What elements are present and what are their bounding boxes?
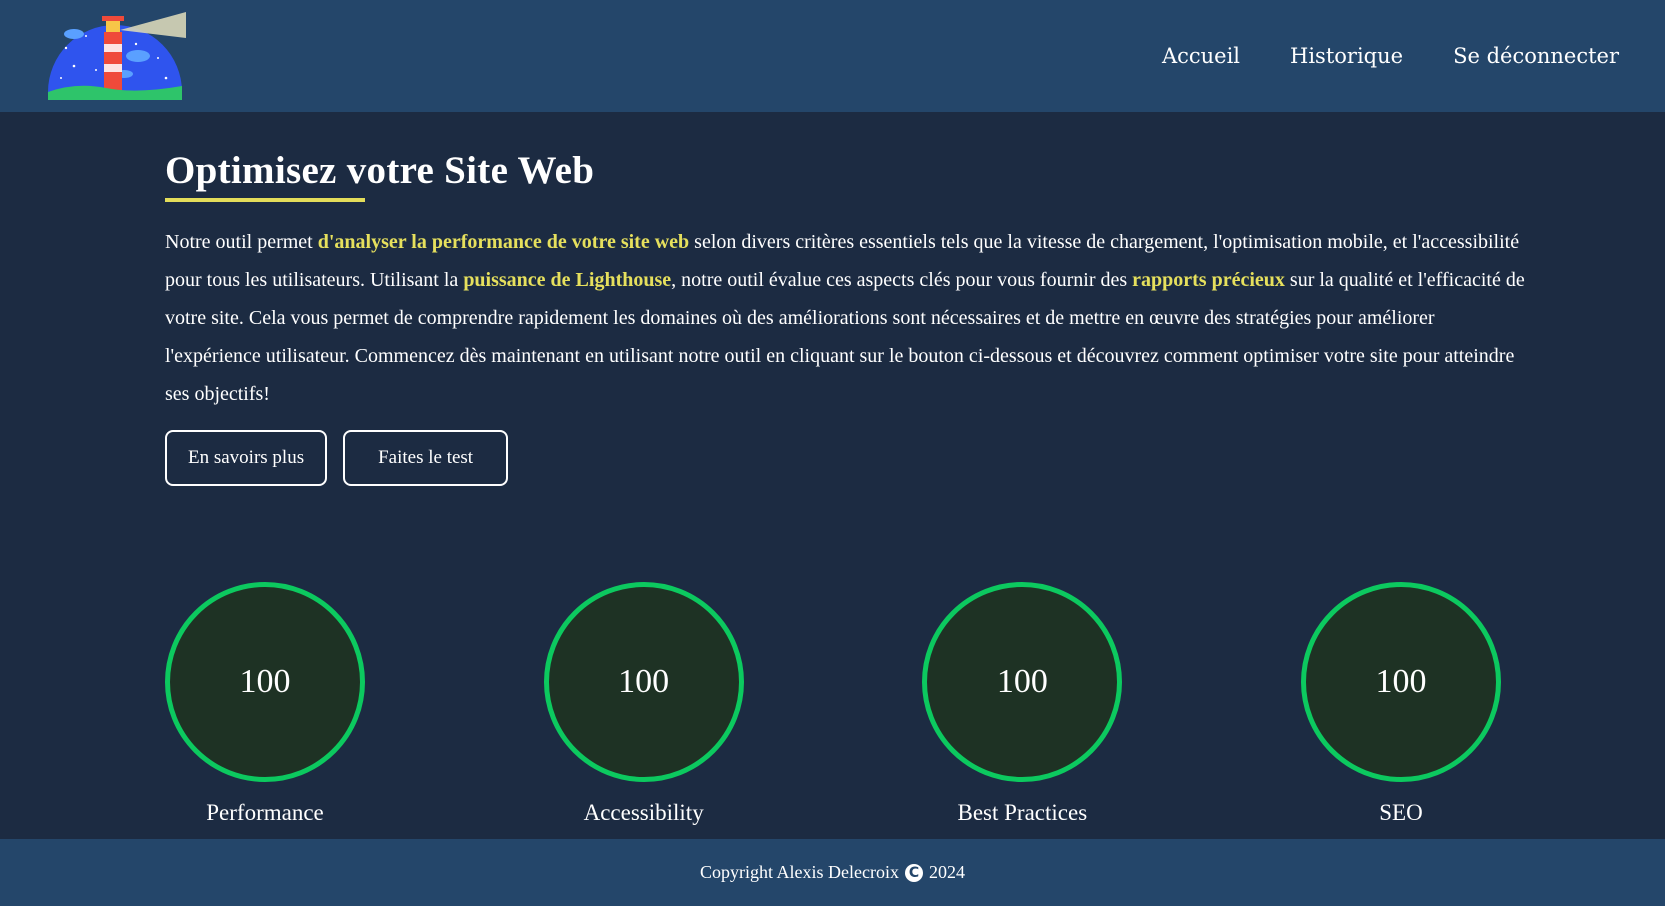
site-header: Accueil Historique Se déconnecter [0, 0, 1665, 112]
nav-link-accueil[interactable]: Accueil [1162, 44, 1240, 68]
score-accessibility: 100 Accessibility [543, 582, 744, 826]
desc-text: Notre outil permet [165, 230, 318, 253]
score-seo: 100 SEO [1300, 582, 1501, 826]
learn-more-button[interactable]: En savoirs plus [165, 429, 328, 486]
copyright-icon: C [904, 863, 923, 882]
nav-link-historique[interactable]: Historique [1290, 44, 1403, 68]
desc-highlight: d'analyser la performance de votre site … [317, 230, 690, 253]
site-footer: Copyright Alexis Delecroix C 2024 [0, 839, 1665, 906]
lighthouse-logo-icon[interactable] [46, 8, 202, 100]
score-gauge: 100 [922, 582, 1123, 782]
desc-text: , notre outil évalue ces aspects clés po… [671, 268, 1133, 291]
score-label: Accessibility [583, 800, 704, 825]
score-label: SEO [1379, 800, 1423, 825]
score-performance: 100 Performance [165, 582, 365, 826]
page-title-text: Optimisez votre Site Web [165, 149, 595, 192]
take-test-button[interactable]: Faites le test [343, 429, 509, 486]
desc-highlight: puissance de Lighthouse [463, 268, 672, 291]
title-underline [165, 197, 365, 202]
hero-section: Optimisez votre Site Web Notre outil per… [165, 112, 1525, 486]
score-gauges: 100 Performance 100 Accessibility 100 Be… [165, 582, 1501, 826]
score-label: Performance [206, 800, 324, 825]
desc-highlight: rapports précieux [1132, 268, 1285, 291]
score-label: Best Practices [957, 800, 1088, 825]
footer-year: 2024 [928, 862, 965, 882]
score-best-practices: 100 Best Practices [922, 582, 1123, 826]
footer-copyright-text: Copyright Alexis Delecroix [700, 862, 899, 882]
score-gauge: 100 [543, 582, 744, 782]
intro-paragraph: Notre outil permet d'analyser la perform… [165, 223, 1525, 413]
page-title: Optimisez votre Site Web [165, 149, 595, 202]
cta-buttons: En savoirs plus Faites le test [165, 429, 1525, 486]
score-gauge: 100 [1300, 582, 1501, 782]
score-gauge: 100 [165, 582, 365, 782]
main-nav: Accueil Historique Se déconnecter [1162, 0, 1619, 112]
nav-link-logout[interactable]: Se déconnecter [1453, 44, 1619, 68]
